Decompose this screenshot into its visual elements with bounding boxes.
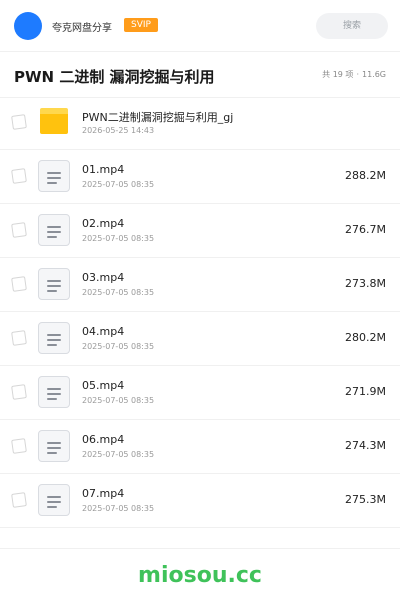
file-size: 275.3M (345, 493, 386, 506)
file-size: 288.2M (345, 169, 386, 182)
file-date: 2025-07-05 08:35 (82, 396, 155, 405)
list-item[interactable]: 01.mp4 2025-07-05 08:35 288.2M (0, 150, 400, 204)
file-date: 2026-05-25 14:43 (82, 126, 155, 135)
list-item[interactable]: PWN二进制漏洞挖掘与利用_gj 2026-05-25 14:43 (0, 96, 400, 150)
list-item[interactable]: 03.mp4 2025-07-05 08:35 273.8M (0, 258, 400, 312)
page-title: PWN 二进制 漏洞挖掘与利用 (14, 68, 215, 86)
file-name: 06.mp4 (82, 433, 125, 446)
file-size: 274.3M (345, 439, 386, 452)
file-name: 02.mp4 (82, 217, 125, 230)
avatar[interactable] (14, 12, 42, 40)
file-date: 2025-07-05 08:35 (82, 450, 155, 459)
file-size: 271.9M (345, 385, 386, 398)
row-checkbox[interactable] (11, 114, 27, 130)
row-checkbox[interactable] (11, 438, 27, 454)
row-checkbox[interactable] (11, 384, 27, 400)
file-name: 03.mp4 (82, 271, 125, 284)
file-date: 2025-07-05 08:35 (82, 234, 155, 243)
file-list: PWN二进制漏洞挖掘与利用_gj 2026-05-25 14:43 01.mp4… (0, 96, 400, 528)
list-item[interactable]: 07.mp4 2025-07-05 08:35 275.3M (0, 474, 400, 528)
video-file-icon (38, 160, 70, 192)
video-file-icon (38, 214, 70, 246)
file-size: 273.8M (345, 277, 386, 290)
folder-summary: 共 19 项 · 11.6G (322, 69, 386, 80)
file-date: 2025-07-05 08:35 (82, 180, 155, 189)
file-size: 276.7M (345, 223, 386, 236)
video-file-icon (38, 484, 70, 516)
site-watermark: miosou.cc (138, 563, 262, 588)
file-name: 01.mp4 (82, 163, 125, 176)
row-checkbox[interactable] (11, 330, 27, 346)
file-name: 05.mp4 (82, 379, 125, 392)
svip-badge: SVIP (124, 18, 158, 32)
video-file-icon (38, 430, 70, 462)
total-size: 11.6G (361, 70, 386, 79)
user-name: 夸克网盘分享 (52, 23, 112, 34)
summary-separator: · (356, 70, 359, 79)
row-checkbox[interactable] (11, 276, 27, 292)
file-date: 2025-07-05 08:35 (82, 288, 155, 297)
footer: miosou.cc (0, 548, 400, 600)
file-date: 2025-07-05 08:35 (82, 504, 155, 513)
file-name: 04.mp4 (82, 325, 125, 338)
app-header: 夸克网盘分享 SVIP 搜索 (0, 0, 400, 52)
list-item[interactable]: 04.mp4 2025-07-05 08:35 280.2M (0, 312, 400, 366)
video-file-icon (38, 376, 70, 408)
row-checkbox[interactable] (11, 168, 27, 184)
file-date: 2025-07-05 08:35 (82, 342, 155, 351)
file-name: 07.mp4 (82, 487, 125, 500)
file-name: PWN二进制漏洞挖掘与利用_gj (82, 111, 234, 124)
list-item[interactable]: 02.mp4 2025-07-05 08:35 276.7M (0, 204, 400, 258)
video-file-icon (38, 322, 70, 354)
row-checkbox[interactable] (11, 492, 27, 508)
list-item[interactable]: 05.mp4 2025-07-05 08:35 271.9M (0, 366, 400, 420)
video-file-icon (38, 268, 70, 300)
row-checkbox[interactable] (11, 222, 27, 238)
search-input[interactable]: 搜索 (316, 13, 388, 39)
item-count: 共 19 项 (322, 70, 354, 79)
folder-icon (40, 108, 68, 134)
file-size: 280.2M (345, 331, 386, 344)
list-item[interactable]: 06.mp4 2025-07-05 08:35 274.3M (0, 420, 400, 474)
title-bar: PWN 二进制 漏洞挖掘与利用 共 19 项 · 11.6G (0, 52, 400, 98)
